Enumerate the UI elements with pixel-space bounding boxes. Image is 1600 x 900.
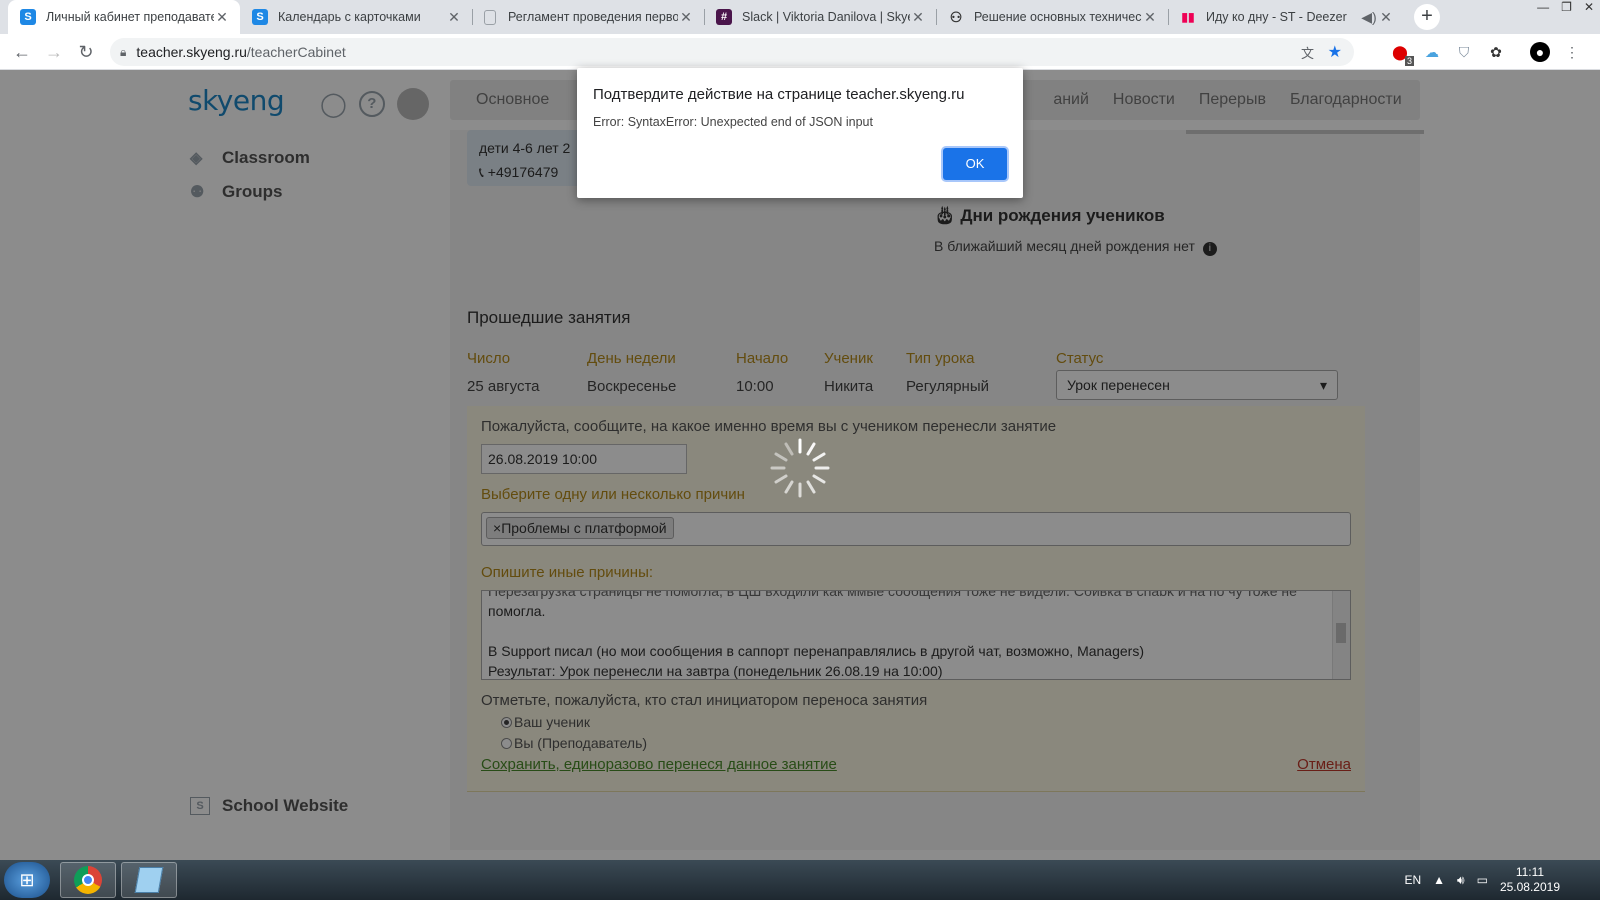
skyeng-favicon-icon: S bbox=[20, 9, 36, 25]
chrome-center bbox=[82, 874, 94, 886]
notepad-icon bbox=[134, 867, 164, 893]
profile-avatar-icon[interactable]: ● bbox=[1530, 42, 1550, 62]
clock-date: 25.08.2019 bbox=[1499, 880, 1560, 894]
tab-slack[interactable]: # Slack | Viktoria Danilova | Skyen ✕ bbox=[704, 0, 936, 34]
notepad-taskbar-icon[interactable] bbox=[121, 862, 177, 898]
show-hidden-icons-icon[interactable]: ▲ bbox=[1433, 873, 1445, 887]
close-tab-icon[interactable]: ✕ bbox=[1142, 9, 1158, 26]
forward-icon[interactable]: → bbox=[42, 40, 66, 64]
window-controls: — ❐ ✕ bbox=[1537, 0, 1594, 14]
address-bar[interactable]: 🔒︎ teacher.skyeng.ru /teacherCabinet 文 ★ bbox=[110, 38, 1354, 66]
back-icon[interactable]: ← bbox=[10, 40, 34, 64]
tab-calendar[interactable]: S Календарь с карточками ✕ bbox=[240, 0, 472, 34]
close-tab-icon[interactable]: ✕ bbox=[910, 9, 926, 26]
tab-title: Решение основных техническ bbox=[974, 10, 1142, 24]
shield-extension-icon[interactable]: ⛉ bbox=[1454, 42, 1474, 62]
lock-icon: 🔒︎ bbox=[120, 44, 127, 59]
menu-dots-icon[interactable]: ⋮ bbox=[1562, 42, 1582, 62]
maximize-icon[interactable]: ❐ bbox=[1561, 0, 1572, 14]
tab-title: Календарь с карточками bbox=[278, 10, 421, 24]
adblock-extension-icon[interactable]: ⬤ 3 bbox=[1390, 42, 1414, 66]
deezer-bars-icon: ▮▮ bbox=[1181, 10, 1195, 24]
dialog-message: Error: SyntaxError: Unexpected end of JS… bbox=[593, 115, 873, 129]
confirm-dialog: Подтвердите действие на странице teacher… bbox=[577, 68, 1023, 198]
close-tab-icon[interactable]: ✕ bbox=[678, 9, 694, 26]
translate-icon[interactable]: 文 bbox=[1301, 43, 1314, 62]
audio-playing-icon[interactable]: ◀) bbox=[1360, 9, 1378, 26]
network-icon[interactable]: ▭ bbox=[1477, 873, 1488, 887]
close-tab-icon[interactable]: ✕ bbox=[214, 9, 230, 26]
bookmark-star-icon[interactable]: ★ bbox=[1328, 42, 1342, 62]
ok-button[interactable]: OK bbox=[943, 148, 1007, 180]
url-path: /teacherCabinet bbox=[246, 44, 346, 60]
minimize-icon[interactable]: — bbox=[1537, 0, 1549, 14]
tab-deezer[interactable]: ▮▮ Иду ко дну - ST - Deezer ◀) ✕ bbox=[1168, 0, 1404, 34]
tab-tech-solutions[interactable]: ⚇ Решение основных техническ ✕ bbox=[936, 0, 1168, 34]
extension-icons: ⬤ 3 ☁ ⛉ ✿ ● ⋮ bbox=[1390, 42, 1582, 66]
tab-title: Slack | Viktoria Danilova | Skyen bbox=[742, 10, 910, 24]
person-icon: ⚇ bbox=[949, 8, 963, 25]
reload-icon[interactable]: ↻ bbox=[74, 40, 98, 64]
chrome-taskbar-icon[interactable] bbox=[60, 862, 116, 898]
slack-icon: # bbox=[716, 9, 732, 25]
close-window-icon[interactable]: ✕ bbox=[1584, 0, 1594, 14]
start-button[interactable]: ⊞ bbox=[4, 862, 50, 898]
chrome-icon bbox=[74, 866, 102, 894]
tab-title: Личный кабинет преподавате bbox=[46, 10, 214, 24]
close-tab-icon[interactable]: ✕ bbox=[446, 9, 462, 26]
dialog-title: Подтвердите действие на странице teacher… bbox=[593, 86, 965, 103]
skyeng-favicon-icon: S bbox=[252, 9, 268, 25]
tab-title: Регламент проведения перво bbox=[508, 10, 678, 24]
openai-extension-icon[interactable]: ✿ bbox=[1486, 42, 1506, 62]
clock-time: 11:11 bbox=[1515, 865, 1545, 879]
document-icon bbox=[484, 9, 496, 25]
browser-toolbar: ← → ↻ 🔒︎ teacher.skyeng.ru /teacherCabin… bbox=[0, 34, 1600, 70]
tab-reglament[interactable]: Регламент проведения перво ✕ bbox=[472, 0, 704, 34]
tab-teacher-cabinet[interactable]: S Личный кабинет преподавате ✕ bbox=[8, 0, 240, 34]
loading-spinner-icon bbox=[770, 438, 830, 498]
system-tray: EN ▲ 🔊︎ ▭ 11:11 25.08.2019 bbox=[1404, 860, 1600, 900]
tab-strip: S Личный кабинет преподавате ✕ S Календа… bbox=[0, 0, 1600, 34]
new-tab-button[interactable]: + bbox=[1414, 4, 1440, 30]
tab-title: Иду ко дну - ST - Deezer bbox=[1206, 10, 1347, 24]
volume-icon[interactable]: 🔊︎ bbox=[1457, 873, 1465, 888]
close-tab-icon[interactable]: ✕ bbox=[1378, 9, 1394, 26]
url-host: teacher.skyeng.ru bbox=[136, 44, 247, 60]
language-indicator[interactable]: EN bbox=[1404, 873, 1421, 887]
clock[interactable]: 11:11 25.08.2019 bbox=[1500, 865, 1560, 895]
cloud-extension-icon[interactable]: ☁ bbox=[1422, 42, 1442, 62]
windows-taskbar: ⊞ EN ▲ 🔊︎ ▭ 11:11 25.08.2019 bbox=[0, 860, 1600, 900]
extension-badge: 3 bbox=[1404, 56, 1414, 66]
